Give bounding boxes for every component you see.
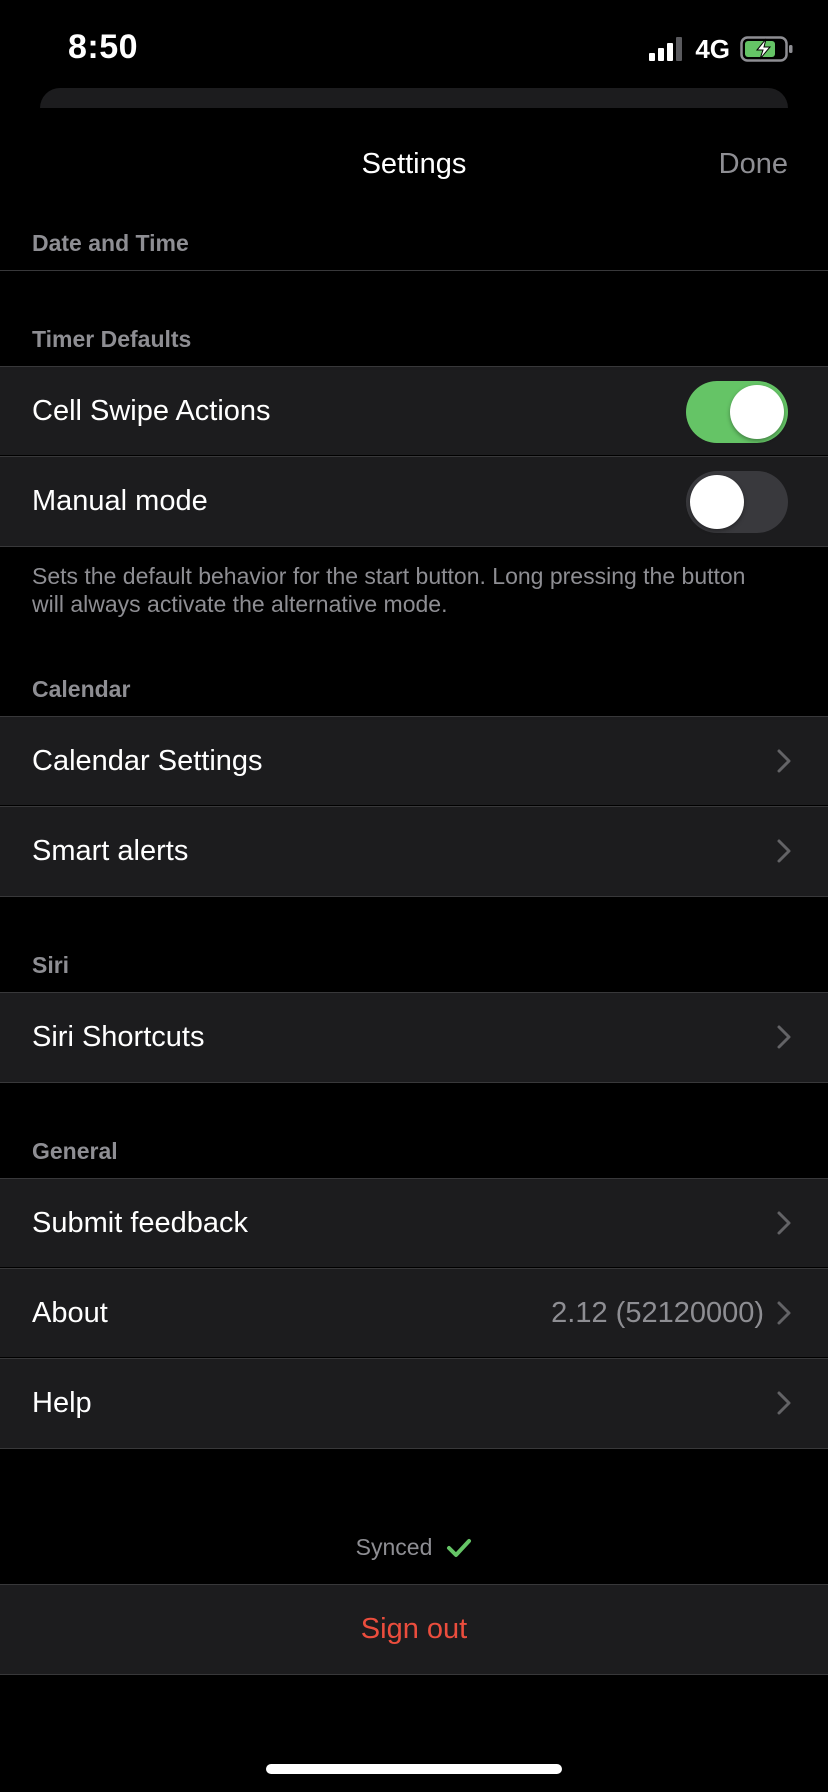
cell-swipe-actions-toggle[interactable] [686, 381, 788, 443]
status-time: 8:50 [68, 28, 139, 66]
sheet-top-edge [40, 88, 788, 108]
row-submit-feedback[interactable]: Submit feedback [0, 1178, 828, 1267]
settings-screen: 8:50 4G Settings Done Date and Time Time… [0, 0, 828, 1792]
sync-status-label: Synced [355, 1534, 433, 1560]
timer-defaults-footer: Sets the default behavior for the start … [32, 563, 746, 617]
chevron-right-icon [777, 839, 791, 863]
chevron-right-icon [777, 1025, 791, 1049]
app-version-value: 2.12 (52120000) [551, 1297, 764, 1329]
row-label: Submit feedback [32, 1207, 249, 1239]
row-calendar-settings[interactable]: Calendar Settings [0, 716, 828, 805]
toggle-knob [730, 385, 784, 439]
status-indicators: 4G [649, 34, 794, 64]
sync-status: Synced [0, 1534, 828, 1561]
row-label: Manual mode [32, 485, 208, 517]
chevron-right-icon [777, 1391, 791, 1415]
page-title: Settings [361, 148, 467, 180]
network-type: 4G [695, 33, 730, 64]
section-header-timer-defaults: Timer Defaults [32, 326, 192, 352]
battery-charging-icon [740, 36, 793, 62]
done-button[interactable]: Done [719, 148, 788, 181]
section-header-general: General [32, 1138, 118, 1164]
status-bar: 8:50 4G [0, 0, 828, 96]
chevron-right-icon [777, 1211, 791, 1235]
row-cell-swipe-actions: Cell Swipe Actions [0, 366, 828, 455]
chevron-right-icon [777, 749, 791, 773]
row-label: Smart alerts [32, 835, 189, 867]
row-about[interactable]: About 2.12 (52120000) [0, 1268, 828, 1357]
row-manual-mode: Manual mode [0, 456, 828, 547]
row-siri-shortcuts[interactable]: Siri Shortcuts [0, 992, 828, 1083]
sign-out-button[interactable]: Sign out [0, 1584, 828, 1675]
toggle-knob [690, 475, 744, 529]
row-label: Calendar Settings [32, 745, 263, 777]
signal-bars-icon [649, 37, 685, 61]
row-label: Help [32, 1387, 92, 1419]
row-label: Cell Swipe Actions [32, 395, 271, 427]
section-header-siri: Siri [32, 952, 70, 978]
section-header-date-time: Date and Time [32, 230, 189, 256]
checkmark-icon [447, 1538, 472, 1557]
nav-bar: Settings Done [0, 140, 828, 192]
row-smart-alerts[interactable]: Smart alerts [0, 806, 828, 897]
separator [0, 270, 828, 271]
row-help[interactable]: Help [0, 1358, 828, 1449]
section-header-calendar: Calendar [32, 676, 131, 702]
row-label: About [32, 1297, 108, 1329]
row-label: Siri Shortcuts [32, 1021, 205, 1053]
chevron-right-icon [777, 1301, 791, 1325]
manual-mode-toggle[interactable] [686, 471, 788, 533]
home-indicator[interactable] [266, 1764, 562, 1774]
